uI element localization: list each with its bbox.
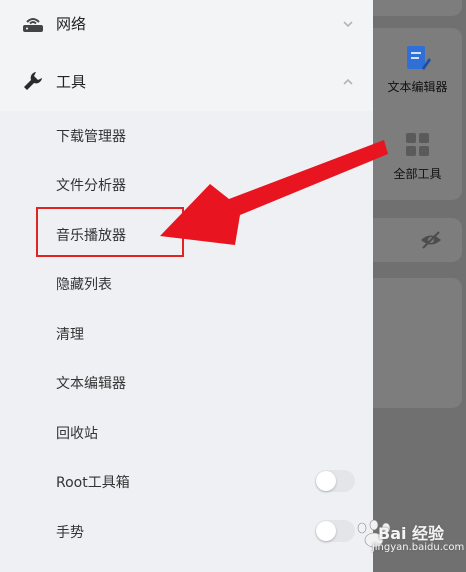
menu-item-label: 工具 bbox=[56, 72, 87, 91]
submenu-item-cleanup[interactable]: 清理 bbox=[0, 309, 373, 358]
visibility-card bbox=[373, 218, 462, 262]
app-all-tools[interactable]: 全部工具 bbox=[373, 131, 462, 182]
text-editor-icon bbox=[405, 44, 431, 72]
menu-item-tools[interactable]: 工具 bbox=[0, 52, 373, 110]
tools-submenu: 下载管理器 文件分析器 音乐播放器 隐藏列表 清理 文本编辑器 回收站 Root… bbox=[0, 111, 373, 572]
watermark-brand: Bai 经验 bbox=[378, 524, 445, 543]
submenu-item-label: 下载管理器 bbox=[56, 128, 126, 145]
chevron-up-icon[interactable] bbox=[341, 74, 355, 88]
apps-card: 文本编辑器 全部工具 bbox=[373, 28, 462, 200]
submenu-item-gesture[interactable]: 手势 bbox=[0, 507, 373, 556]
app-label: 全部工具 bbox=[393, 167, 442, 181]
background-card bbox=[373, 278, 462, 408]
submenu-item-recycle-bin[interactable]: 回收站 bbox=[0, 408, 373, 457]
highlight-box bbox=[36, 207, 184, 257]
submenu-item-root-toolbox[interactable]: Root工具箱 bbox=[0, 457, 373, 506]
router-icon bbox=[20, 10, 46, 36]
submenu-item-label: 回收站 bbox=[56, 425, 98, 442]
submenu-item-download-manager[interactable]: 下载管理器 bbox=[0, 111, 373, 160]
submenu-item-file-analyzer[interactable]: 文件分析器 bbox=[0, 160, 373, 209]
side-drawer: 网络 工具 下载管理器 文件分析器 音乐播放器 隐藏列表 清理 文本编辑器 回收… bbox=[0, 0, 373, 572]
submenu-item-hidden-list[interactable]: 隐藏列表 bbox=[0, 259, 373, 308]
watermark-url: jingyan.baidu.com bbox=[372, 542, 465, 553]
app-text-editor[interactable]: 文本编辑器 bbox=[373, 44, 462, 95]
app-label: 文本编辑器 bbox=[387, 80, 448, 94]
submenu-item-label: 手势 bbox=[56, 524, 84, 541]
wrench-icon bbox=[20, 68, 46, 94]
submenu-item-label: Root工具箱 bbox=[56, 474, 130, 491]
submenu-item-label: 隐藏列表 bbox=[56, 276, 112, 293]
submenu-item-label: 清理 bbox=[56, 326, 84, 343]
submenu-item-text-editor[interactable]: 文本编辑器 bbox=[0, 358, 373, 407]
toggle-knob bbox=[316, 471, 336, 491]
submenu-item-label: 文件分析器 bbox=[56, 177, 126, 194]
menu-item-label: 网络 bbox=[56, 14, 87, 33]
eye-off-icon[interactable] bbox=[419, 229, 443, 255]
toggle-knob bbox=[316, 521, 336, 541]
background-panel: 文本编辑器 全部工具 bbox=[373, 0, 466, 572]
submenu-item-label: 文本编辑器 bbox=[56, 375, 126, 392]
grid-icon bbox=[405, 131, 431, 159]
chevron-down-icon[interactable] bbox=[341, 16, 355, 30]
root-toolbox-toggle[interactable] bbox=[315, 470, 355, 492]
background-card bbox=[373, 0, 462, 16]
menu-item-network[interactable]: 网络 bbox=[0, 0, 373, 52]
